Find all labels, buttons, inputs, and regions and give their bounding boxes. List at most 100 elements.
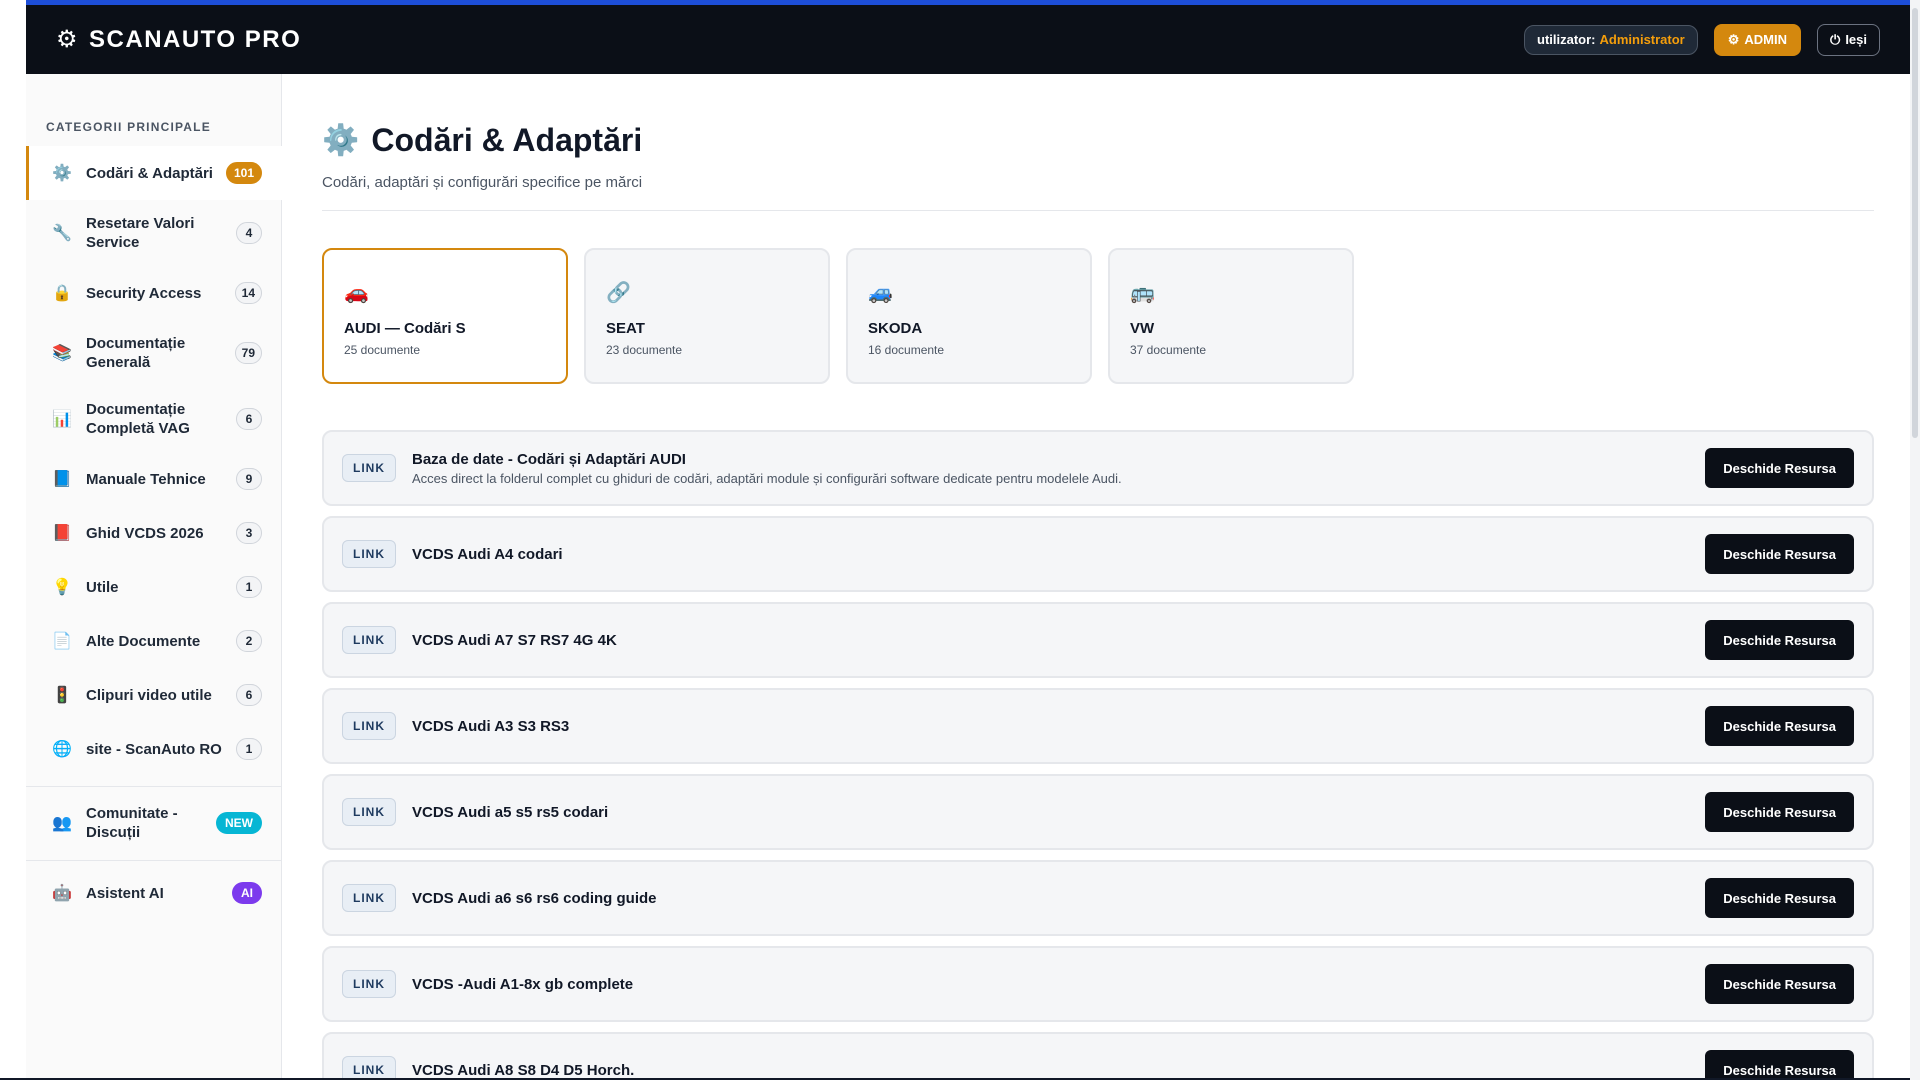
open-resource-button[interactable]: Deschide Resursa: [1705, 706, 1854, 746]
power-icon: ⏻: [1830, 31, 1841, 47]
logout-button[interactable]: ⏻ Ieși: [1817, 23, 1880, 56]
gear-icon: ⚙: [56, 26, 80, 53]
sidebar-item-count: 6: [236, 684, 262, 706]
brand-card-count: 23 documente: [606, 343, 683, 357]
open-resource-button[interactable]: Deschide Resursa: [1705, 534, 1854, 574]
open-resource-button[interactable]: Deschide Resursa: [1705, 792, 1854, 832]
resource-text: VCDS Audi a6 s6 rs6 coding guide: [412, 890, 1705, 907]
sidebar-item-count: 101: [226, 162, 262, 184]
sidebar-item-count: 9: [236, 468, 262, 490]
sidebar-item-comunitate[interactable]: 👥 Comunitate - Discuții NEW: [26, 790, 282, 856]
sidebar-item-label: Documentație Completă VAG: [86, 401, 190, 437]
brand-card-vw[interactable]: 🚌 VW 37 documente: [1108, 248, 1354, 384]
sidebar-item-codari-adaptari[interactable]: ⚙️ Codări & Adaptări 101: [26, 146, 282, 200]
sidebar-item-resetare-valori-service[interactable]: 🔧 Resetare Valori Service 4: [26, 200, 282, 266]
brand-card-audi[interactable]: 🚗 AUDI — Codări S 25 documente: [322, 248, 568, 384]
sidebar-item-count: 14: [234, 282, 262, 304]
resource-text: VCDS Audi A7 S7 RS7 4G 4K: [412, 632, 1705, 649]
brand-name: SCANAUTO PRO: [89, 25, 302, 53]
page-subtitle: Codări, adaptări și configurări specific…: [322, 174, 643, 191]
open-resource-button[interactable]: Deschide Resursa: [1705, 1050, 1854, 1078]
sidebar-item-count: 79: [234, 342, 262, 364]
link-tag: LINK: [342, 970, 396, 998]
header-actions: utilizator: Administrator ⚙ ADMIN ⏻ Ieși: [1524, 23, 1880, 56]
brand-card-count: 16 documente: [868, 343, 945, 357]
ai-badge: AI: [232, 882, 262, 904]
sidebar-item-count: 2: [236, 630, 262, 652]
page-scrollbar[interactable]: [1910, 0, 1920, 1080]
sidebar-item-count: 1: [236, 576, 262, 598]
link-tag: LINK: [342, 1056, 396, 1078]
sidebar-item-label: Codări & Adaptări: [86, 164, 213, 182]
resource-row: LINK VCDS Audi A4 codari Deschide Resurs…: [322, 516, 1874, 592]
sidebar-item-site-scanauto-ro[interactable]: 🌐 site - ScanAuto RO 1: [26, 722, 282, 776]
lightbulb-icon: 💡: [52, 579, 72, 596]
resource-row: LINK VCDS Audi A7 S7 RS7 4G 4K Deschide …: [322, 602, 1874, 678]
admin-button[interactable]: ⚙ ADMIN: [1713, 23, 1802, 56]
scrollbar-thumb[interactable]: [1912, 8, 1918, 438]
brand-card-name: SEAT: [606, 320, 645, 337]
open-resource-button[interactable]: Deschide Resursa: [1705, 448, 1854, 488]
resource-text: VCDS Audi A3 S3 RS3: [412, 718, 1705, 735]
lock-icon: 🔒: [52, 285, 72, 302]
resource-text: VCDS Audi A4 codari: [412, 546, 1705, 563]
sidebar-item-label: Ghid VCDS 2026: [86, 524, 204, 542]
resource-title: VCDS Audi a6 s6 rs6 coding guide: [412, 889, 657, 907]
globe-icon: 🌐: [52, 741, 72, 758]
page-title: ⚙️ Codări & Adaptări: [322, 122, 642, 159]
sidebar-item-security-access[interactable]: 🔒 Security Access 14: [26, 266, 282, 320]
open-resource-button[interactable]: Deschide Resursa: [1705, 964, 1854, 1004]
admin-label: ADMIN: [1744, 32, 1788, 47]
open-resource-button[interactable]: Deschide Resursa: [1705, 878, 1854, 918]
brand-card-name: AUDI — Codări S: [344, 320, 466, 337]
sidebar-item-asistent-ai[interactable]: 🤖 Asistent AI AI: [26, 866, 282, 920]
brand-card-skoda[interactable]: 🚙 SKODA 16 documente: [846, 248, 1092, 384]
sidebar-item-clipuri-video-utile[interactable]: 🚦 Clipuri video utile 6: [26, 668, 282, 722]
sidebar-item-documentatie-completa-vag[interactable]: 📊 Documentație Completă VAG 6: [26, 386, 282, 452]
sidebar-item-count: 3: [236, 522, 262, 544]
red-car-icon: 🚗: [344, 282, 369, 304]
resource-row: LINK Baza de date - Codări și Adaptări A…: [322, 430, 1874, 506]
open-resource-button[interactable]: Deschide Resursa: [1705, 620, 1854, 660]
sidebar-item-documentatie-generala[interactable]: 📚 Documentație Generală 79: [26, 320, 282, 386]
sidebar-item-utile[interactable]: 💡 Utile 1: [26, 560, 282, 614]
resource-text: VCDS -Audi A1-8x gb complete: [412, 976, 1705, 993]
sidebar-item-label: Utile: [86, 578, 119, 596]
robot-icon: 🤖: [52, 885, 72, 902]
resource-text: Baza de date - Codări și Adaptări AUDI A…: [412, 451, 1705, 486]
sidebar-item-manuale-tehnice[interactable]: 📘 Manuale Tehnice 9: [26, 452, 282, 506]
document-icon: 📄: [52, 633, 72, 650]
resource-list: LINK Baza de date - Codări și Adaptări A…: [322, 430, 1874, 1078]
brand-card-count: 25 documente: [344, 343, 421, 357]
sidebar-item-label: site - ScanAuto RO: [86, 740, 222, 758]
sidebar-item-count: 1: [236, 738, 262, 760]
sidebar-item-label: Documentație Generală: [86, 335, 186, 371]
link-tag: LINK: [342, 454, 396, 482]
main-content: ⚙️ Codări & Adaptări Codări, adaptări și…: [322, 74, 1874, 1078]
resource-text: VCDS Audi a5 s5 rs5 codari: [412, 804, 1705, 821]
brand-card-seat[interactable]: 🔗 SEAT 23 documente: [584, 248, 830, 384]
resource-row: LINK VCDS Audi a6 s6 rs6 coding guide De…: [322, 860, 1874, 936]
sidebar-list: ⚙️ Codări & Adaptări 101 🔧 Resetare Valo…: [26, 146, 282, 776]
sidebar-item-label: Alte Documente: [86, 632, 201, 650]
link-tag: LINK: [342, 626, 396, 654]
user-label: utilizator:: [1537, 32, 1596, 47]
sidebar-divider: [26, 786, 282, 787]
brand-logo[interactable]: ⚙ SCANAUTO PRO: [56, 25, 301, 54]
gear-icon: ⚙️: [52, 165, 72, 182]
traffic-light-icon: 🚦: [52, 687, 72, 704]
resource-row: LINK VCDS Audi A8 S8 D4 D5 Horch. Deschi…: [322, 1032, 1874, 1078]
sidebar-item-count: 4: [236, 222, 262, 244]
sidebar-item-alte-documente[interactable]: 📄 Alte Documente 2: [26, 614, 282, 668]
sidebar-heading: CATEGORII PRINCIPALE: [46, 120, 211, 134]
sidebar-item-label: Asistent AI: [86, 884, 164, 902]
brand-card-name: SKODA: [868, 320, 923, 337]
sidebar-item-label: Resetare Valori Service: [86, 215, 195, 251]
link-tag: LINK: [342, 798, 396, 826]
sidebar-item-ghid-vcds-2026[interactable]: 📕 Ghid VCDS 2026 3: [26, 506, 282, 560]
top-bar: ⚙ SCANAUTO PRO utilizator: Administrator…: [26, 0, 1910, 74]
resource-text: VCDS Audi A8 S8 D4 D5 Horch.: [412, 1062, 1705, 1079]
bus-icon: 🚌: [1130, 282, 1155, 304]
sidebar-item-label: Manuale Tehnice: [86, 470, 206, 488]
resource-title: VCDS Audi a5 s5 rs5 codari: [412, 803, 609, 821]
